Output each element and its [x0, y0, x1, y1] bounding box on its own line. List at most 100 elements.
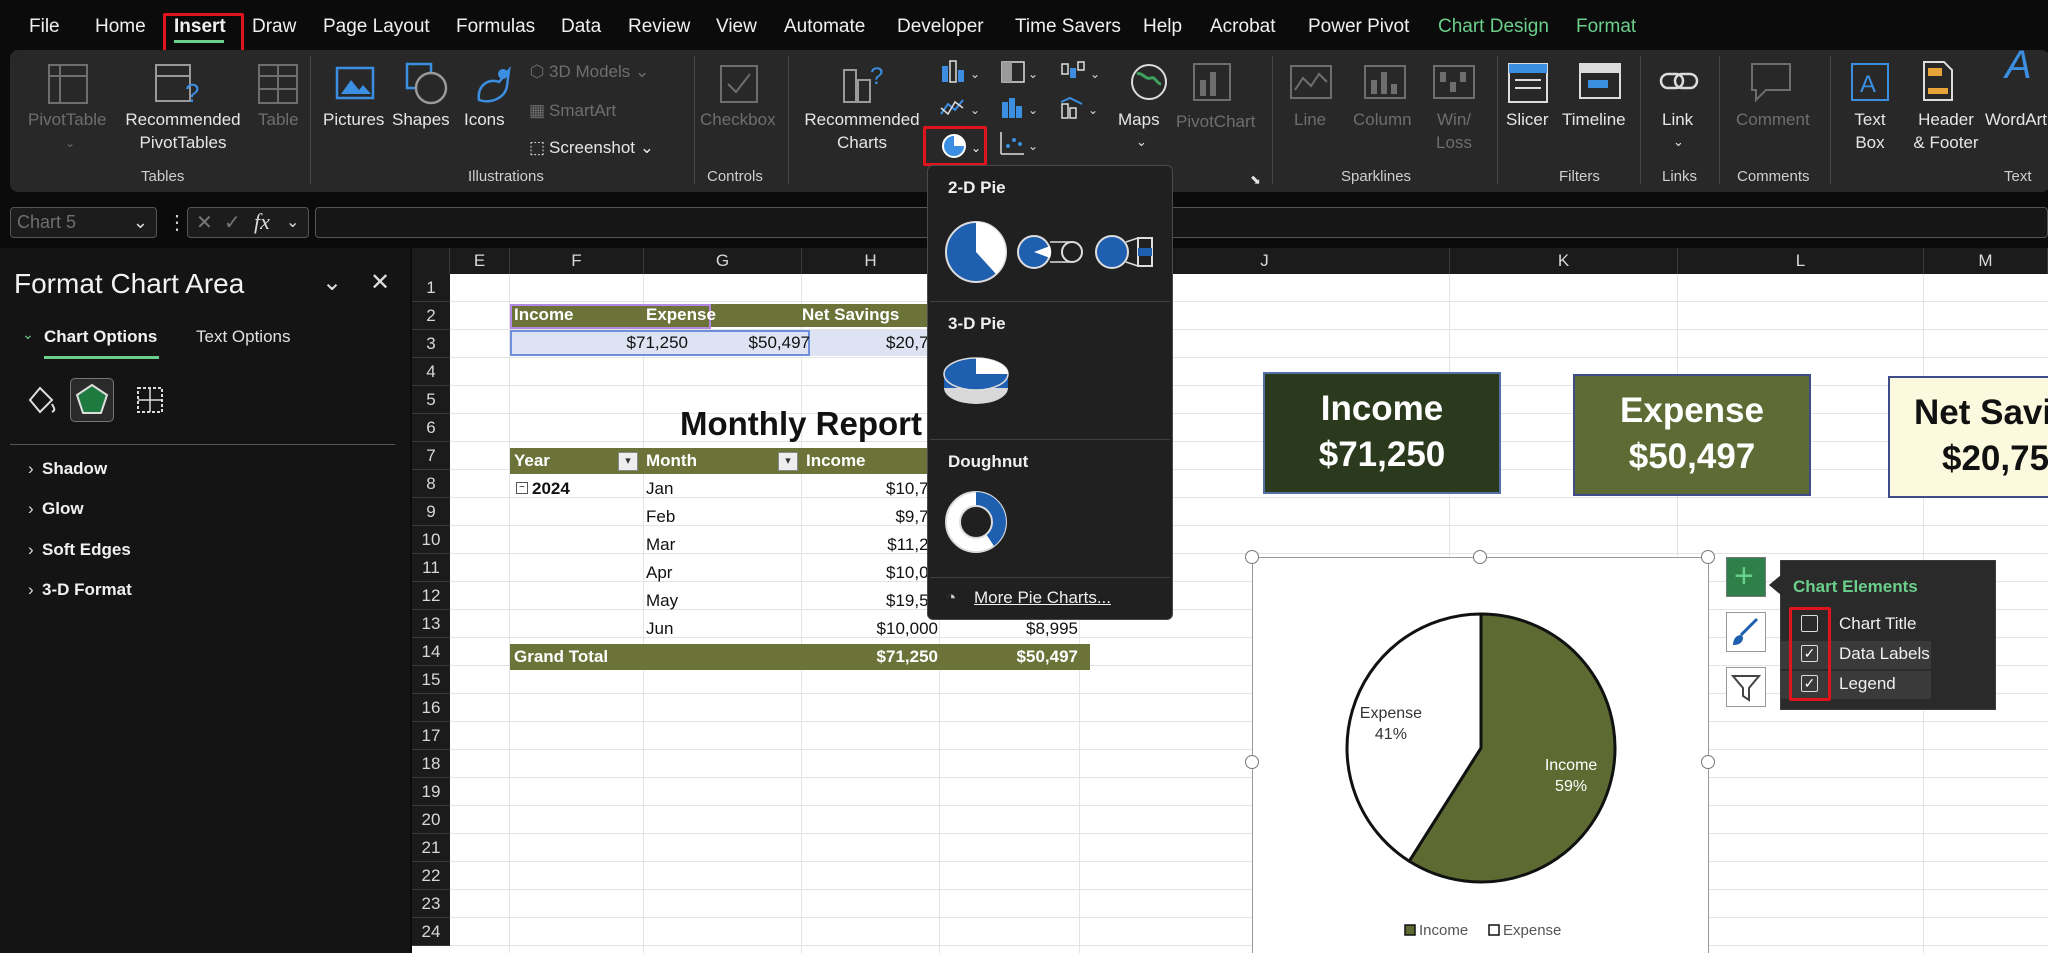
summary-header-expense[interactable]: Expense [646, 302, 716, 328]
recommended-pivottables-button[interactable]: Recommended PivotTables [116, 108, 250, 154]
summary-header-net-savings[interactable]: Net Savings [802, 302, 899, 328]
section-3d-format[interactable]: › 3-D Format [28, 580, 132, 600]
tab-draw[interactable]: Draw [252, 16, 296, 38]
row-header[interactable]: 10 [412, 526, 450, 554]
line-chart-icon[interactable]: ⌄ [938, 94, 986, 122]
row-header[interactable]: 7 [412, 442, 450, 470]
comment-button[interactable]: Comment [1736, 108, 1810, 131]
wordart-button[interactable]: WordArt [1985, 108, 2047, 131]
resize-handle[interactable] [1473, 550, 1487, 564]
report-month[interactable]: May [646, 588, 678, 614]
row-header[interactable]: 18 [412, 750, 450, 778]
resize-handle[interactable] [1245, 755, 1259, 769]
report-year[interactable]: 2024 [532, 476, 570, 502]
row-header[interactable]: 8 [412, 470, 450, 498]
report-income[interactable]: $10,75 [812, 476, 938, 502]
data-label-income[interactable]: 59% [1555, 778, 1587, 795]
row-header[interactable]: 21 [412, 834, 450, 862]
resize-handle[interactable] [1701, 550, 1715, 564]
report-header-year[interactable]: Year [514, 448, 550, 474]
column-header[interactable]: K [1450, 248, 1678, 274]
tab-text-options[interactable]: Text Options [196, 327, 291, 347]
pie-2d-icon[interactable] [945, 221, 1007, 283]
section-shadow[interactable]: › Shadow [28, 459, 107, 479]
name-box[interactable]: Chart 5 ⌄ [10, 207, 157, 238]
pivottable-button[interactable]: PivotTable [28, 108, 106, 131]
sparkline-column-button[interactable]: Column [1353, 108, 1412, 131]
tab-data[interactable]: Data [561, 16, 601, 38]
summary-value-income[interactable]: $71,250 [568, 330, 688, 356]
report-month[interactable]: Jan [646, 476, 673, 502]
row-header[interactable]: 5 [412, 386, 450, 414]
size-properties-icon[interactable] [132, 382, 168, 418]
link-button[interactable]: Link [1662, 108, 1693, 131]
row-header[interactable]: 22 [412, 862, 450, 890]
report-income[interactable]: $19,50 [812, 588, 938, 614]
data-label-expense[interactable]: Expense [1360, 705, 1422, 722]
waterfall-chart-icon[interactable]: ⌄ [1058, 58, 1106, 86]
row-header[interactable]: 15 [412, 666, 450, 694]
cancel-icon[interactable]: ✕ [196, 210, 213, 235]
formula-input[interactable] [315, 207, 2048, 238]
report-header-month[interactable]: Month [646, 448, 697, 474]
row-header[interactable]: 17 [412, 722, 450, 750]
3d-models-button[interactable]: ⬡ 3D Models ⌄ [525, 60, 650, 83]
slicer-button[interactable]: Slicer [1506, 108, 1549, 131]
summary-header-income[interactable]: Income [514, 302, 574, 328]
more-pie-charts-link[interactable]: ◔ More Pie Charts... [946, 588, 1111, 608]
section-soft-edges[interactable]: › Soft Edges [28, 540, 131, 560]
checkbox-button[interactable]: Checkbox [700, 108, 776, 131]
grand-total-label[interactable]: Grand Total [514, 644, 608, 670]
tab-help[interactable]: Help [1143, 16, 1182, 38]
report-month[interactable]: Apr [646, 560, 672, 586]
row-header[interactable]: 19 [412, 778, 450, 806]
grand-total-expense[interactable]: $50,497 [952, 644, 1078, 670]
tab-developer[interactable]: Developer [897, 16, 984, 38]
tab-home[interactable]: Home [95, 16, 146, 38]
row-header[interactable]: 1 [412, 274, 450, 302]
tab-file[interactable]: File [29, 16, 60, 38]
collapse-icon[interactable]: − [516, 482, 528, 494]
report-month[interactable]: Jun [646, 616, 673, 642]
table-button[interactable]: Table [258, 108, 299, 131]
bar-of-pie-icon[interactable] [1095, 235, 1153, 269]
close-pane-icon[interactable]: ✕ [370, 268, 390, 297]
data-label-expense[interactable]: 41% [1375, 726, 1407, 743]
report-month[interactable]: Mar [646, 532, 675, 558]
sparkline-winloss-button[interactable]: Win/Loss [1427, 108, 1481, 154]
shapes-button[interactable]: Shapes [392, 108, 450, 131]
fill-line-icon[interactable] [22, 382, 58, 418]
row-header[interactable]: 23 [412, 890, 450, 918]
tab-power-pivot[interactable]: Power Pivot [1308, 16, 1409, 38]
pane-options-chevron-icon[interactable]: ⌄ [322, 268, 342, 297]
formula-chevron-icon[interactable]: ⌄ [286, 212, 299, 232]
scatter-chart-icon[interactable]: ⌄ [998, 130, 1046, 158]
chart-elements-button[interactable]: + [1726, 557, 1766, 597]
row-header[interactable]: 9 [412, 498, 450, 526]
summary-value-net-savings[interactable]: $20,75 [852, 330, 938, 356]
pivotchart-button[interactable]: PivotChart [1176, 110, 1255, 133]
row-header[interactable]: 3 [412, 330, 450, 358]
kpi-savings-card[interactable]: Net Savi $20,75 [1888, 376, 2048, 498]
row-header[interactable]: 13 [412, 610, 450, 638]
row-header[interactable]: 4 [412, 358, 450, 386]
tab-time-savers[interactable]: Time Savers [1015, 16, 1121, 38]
tab-format[interactable]: Format [1576, 16, 1636, 38]
sparkline-line-button[interactable]: Line [1294, 108, 1326, 131]
chart-styles-button[interactable] [1726, 612, 1766, 652]
insert-function-icon[interactable]: fx [254, 209, 270, 235]
pie-chart-area[interactable]: Income 59% Expense 41% Income Expense [1252, 557, 1709, 953]
summary-value-expense[interactable]: $50,497 [694, 330, 810, 356]
report-title[interactable]: Monthly Report [680, 404, 922, 444]
row-header[interactable]: 6 [412, 414, 450, 442]
column-header[interactable]: G [644, 248, 802, 274]
row-header[interactable]: 12 [412, 582, 450, 610]
report-month[interactable]: Feb [646, 504, 675, 530]
tab-view[interactable]: View [716, 16, 757, 38]
combo-chart-icon[interactable]: ⌄ [1058, 94, 1106, 122]
tab-review[interactable]: Review [628, 16, 690, 38]
tab-chart-design[interactable]: Chart Design [1438, 16, 1549, 38]
report-income[interactable]: $11,25 [812, 532, 938, 558]
pictures-button[interactable]: Pictures [323, 108, 384, 131]
tab-chart-options[interactable]: Chart Options [44, 327, 157, 347]
